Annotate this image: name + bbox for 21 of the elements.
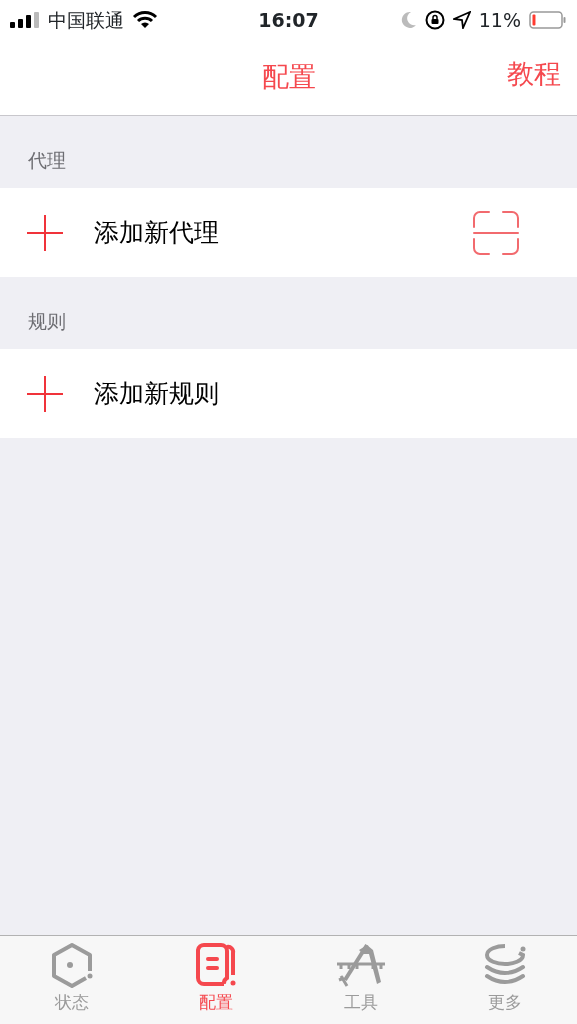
tab-bar-item[interactable]: 工具 <box>288 936 433 1024</box>
wifi-icon <box>132 11 158 29</box>
battery-percent: 11% <box>478 7 521 33</box>
tools-icon <box>334 942 387 988</box>
carrier-name: 中国联通 <box>48 7 124 33</box>
section-header: 规则 <box>27 308 67 334</box>
section-header: 代理 <box>27 147 67 173</box>
tab-bar-item[interactable]: 状态 <box>0 936 145 1024</box>
tab-bar-item[interactable]: 配置 <box>144 936 289 1024</box>
tutorial-button[interactable]: 教程 <box>507 54 561 95</box>
signal-icon <box>10 12 40 28</box>
tab-bar-item[interactable]: 更多 <box>432 936 577 1024</box>
screen-title: 配置 <box>261 60 316 95</box>
scan-icon[interactable] <box>473 210 519 255</box>
moon-icon <box>400 11 417 29</box>
battery-icon <box>529 11 567 29</box>
rotation-lock-icon <box>424 10 445 30</box>
plus-icon[interactable] <box>26 374 64 413</box>
status-time: 16:07 <box>257 7 320 33</box>
location-arrow-icon <box>452 11 471 29</box>
plus-icon[interactable] <box>26 213 64 252</box>
